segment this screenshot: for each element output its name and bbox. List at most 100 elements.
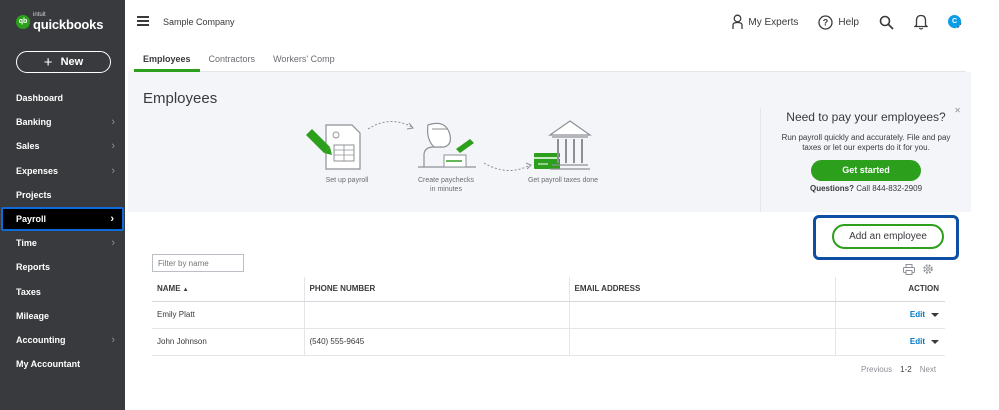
sidebar-item-reports[interactable]: Reports bbox=[0, 255, 125, 279]
table-header-row: NAME ▲ PHONE NUMBER EMAIL ADDRESS ACTION bbox=[152, 277, 945, 302]
sidebar-item-label: Mileage bbox=[16, 310, 50, 321]
sidebar-item-projects[interactable]: Projects bbox=[0, 183, 125, 207]
employee-email bbox=[568, 328, 835, 356]
chevron-right-icon: › bbox=[111, 164, 115, 177]
experts-icon bbox=[732, 14, 744, 29]
chevron-right-icon: › bbox=[111, 237, 115, 250]
search-icon bbox=[879, 15, 894, 30]
sidebar-item-label: Projects bbox=[16, 189, 52, 200]
sidebar-item-expenses[interactable]: Expenses › bbox=[0, 159, 125, 183]
phone-number: Call 844-832-2909 bbox=[853, 184, 923, 193]
row-actions: Edit bbox=[834, 328, 945, 356]
new-button[interactable]: + New bbox=[16, 51, 111, 73]
promo-heading: Need to pay your employees? bbox=[786, 110, 946, 124]
employee-name[interactable]: Emily Platt bbox=[152, 301, 304, 329]
get-started-button[interactable]: Get started bbox=[811, 160, 921, 181]
sidebar-item-label: My Accountant bbox=[16, 359, 81, 370]
avatar[interactable]: C bbox=[948, 15, 961, 28]
caret-down-icon[interactable] bbox=[931, 312, 939, 317]
chevron-right-icon: › bbox=[111, 333, 115, 346]
pagination: Previous 1-2 Next bbox=[861, 365, 936, 374]
questions-label: Questions? bbox=[809, 184, 854, 193]
table-row: John Johnson (540) 555-9645 Edit bbox=[152, 328, 945, 356]
sort-asc-icon: ▲ bbox=[182, 287, 189, 294]
sidebar-item-dashboard[interactable]: Dashboard bbox=[0, 86, 125, 110]
qb-logo-icon: qb bbox=[16, 14, 30, 29]
sidebar-item-label: Time bbox=[16, 238, 37, 249]
bell-icon bbox=[914, 14, 928, 30]
sidebar-item-label: Payroll bbox=[16, 214, 47, 225]
sidebar-item-label: Expenses bbox=[16, 165, 59, 176]
payroll-steps: Set up payroll Create paychecks in minut… bbox=[298, 117, 778, 197]
close-icon[interactable]: ✕ bbox=[954, 106, 961, 115]
table-row: Emily Platt Edit bbox=[152, 301, 945, 329]
page-title: Employees bbox=[143, 90, 218, 107]
chevron-right-icon: › bbox=[111, 140, 115, 153]
sidebar-item-sales[interactable]: Sales › bbox=[0, 134, 125, 158]
column-header-email: EMAIL ADDRESS bbox=[568, 277, 835, 302]
employee-phone bbox=[303, 301, 569, 329]
tab-contractors[interactable]: Contractors bbox=[200, 48, 265, 71]
payroll-banner: Employees Set up payroll Create paycheck… bbox=[128, 72, 971, 212]
paycheck-person-icon bbox=[418, 122, 476, 168]
caret-down-icon[interactable] bbox=[931, 339, 939, 344]
sidebar-item-label: Banking bbox=[16, 117, 52, 128]
sidebar-item-time[interactable]: Time › bbox=[0, 231, 125, 255]
my-experts-label: My Experts bbox=[748, 16, 799, 28]
tab-workers-comp[interactable]: Workers' Comp bbox=[264, 48, 344, 71]
help-button[interactable]: ? Help bbox=[818, 14, 859, 30]
sidebar-item-mileage[interactable]: Mileage bbox=[0, 304, 125, 328]
edit-link[interactable]: Edit bbox=[910, 337, 925, 346]
sidebar-item-my-accountant[interactable]: My Accountant bbox=[0, 352, 125, 376]
plus-icon: + bbox=[43, 53, 53, 71]
logo-name: quickbooks bbox=[33, 17, 104, 32]
page-range: 1-2 bbox=[900, 365, 912, 374]
filter-by-name-input[interactable] bbox=[152, 254, 244, 272]
employees-table: NAME ▲ PHONE NUMBER EMAIL ADDRESS ACTION … bbox=[152, 277, 945, 356]
search-button[interactable] bbox=[879, 15, 894, 30]
sidebar: qb intuit quickbooks + New Dashboard Ban… bbox=[0, 0, 125, 410]
row-actions: Edit bbox=[834, 301, 945, 329]
quickbooks-logo[interactable]: qb intuit quickbooks bbox=[16, 12, 103, 31]
sidebar-item-payroll[interactable]: Payroll › bbox=[1, 206, 124, 232]
column-header-phone: PHONE NUMBER bbox=[303, 277, 569, 302]
sidebar-nav: Dashboard Banking › Sales › Expenses › Proj… bbox=[0, 86, 125, 376]
employee-name[interactable]: John Johnson bbox=[152, 328, 304, 356]
sidebar-item-label: Sales bbox=[16, 141, 40, 152]
sidebar-item-taxes[interactable]: Taxes bbox=[0, 280, 125, 304]
sidebar-item-banking[interactable]: Banking › bbox=[0, 110, 125, 134]
add-employee-button[interactable]: Add an employee bbox=[832, 224, 944, 249]
help-label: Help bbox=[838, 16, 859, 28]
employee-phone: (540) 555-9645 bbox=[303, 328, 569, 356]
step-create-paychecks: Create paychecks in minutes bbox=[417, 177, 475, 193]
tab-bar: Employees Contractors Workers' Comp bbox=[134, 48, 966, 72]
sidebar-item-label: Reports bbox=[16, 262, 51, 273]
payroll-promo: ✕ Need to pay your employees? Run payrol… bbox=[760, 106, 971, 212]
help-icon: ? bbox=[818, 14, 834, 30]
next-page-button[interactable]: Next bbox=[920, 365, 936, 374]
svg-text:?: ? bbox=[823, 17, 829, 27]
employee-email bbox=[568, 301, 835, 329]
column-header-action: ACTION bbox=[834, 277, 945, 302]
sidebar-item-label: Taxes bbox=[16, 286, 41, 297]
payroll-tax-building-icon bbox=[534, 120, 592, 170]
menu-icon[interactable] bbox=[137, 16, 149, 26]
tab-employees[interactable]: Employees bbox=[134, 48, 200, 72]
payroll-steps-illustration bbox=[306, 120, 592, 171]
previous-page-button[interactable]: Previous bbox=[861, 365, 892, 374]
sidebar-item-label: Dashboard bbox=[16, 93, 64, 104]
step-setup-payroll: Set up payroll bbox=[325, 177, 369, 184]
my-experts-button[interactable]: My Experts bbox=[732, 14, 798, 30]
step-payroll-taxes: Get payroll taxes done bbox=[527, 177, 599, 184]
sidebar-item-label: Accounting bbox=[16, 334, 66, 345]
promo-phone: Questions? Call 844-832-2909 bbox=[761, 184, 971, 193]
column-header-name[interactable]: NAME ▲ bbox=[152, 277, 304, 302]
new-button-label: New bbox=[60, 56, 84, 68]
notifications-button[interactable] bbox=[914, 14, 928, 30]
sidebar-item-accounting[interactable]: Accounting › bbox=[0, 328, 125, 352]
edit-link[interactable]: Edit bbox=[910, 310, 925, 319]
chevron-right-icon: › bbox=[110, 213, 114, 226]
chevron-right-icon: › bbox=[111, 116, 115, 129]
top-bar-actions: My Experts ? Help bbox=[712, 11, 963, 33]
company-name: Sample Company bbox=[163, 17, 235, 27]
